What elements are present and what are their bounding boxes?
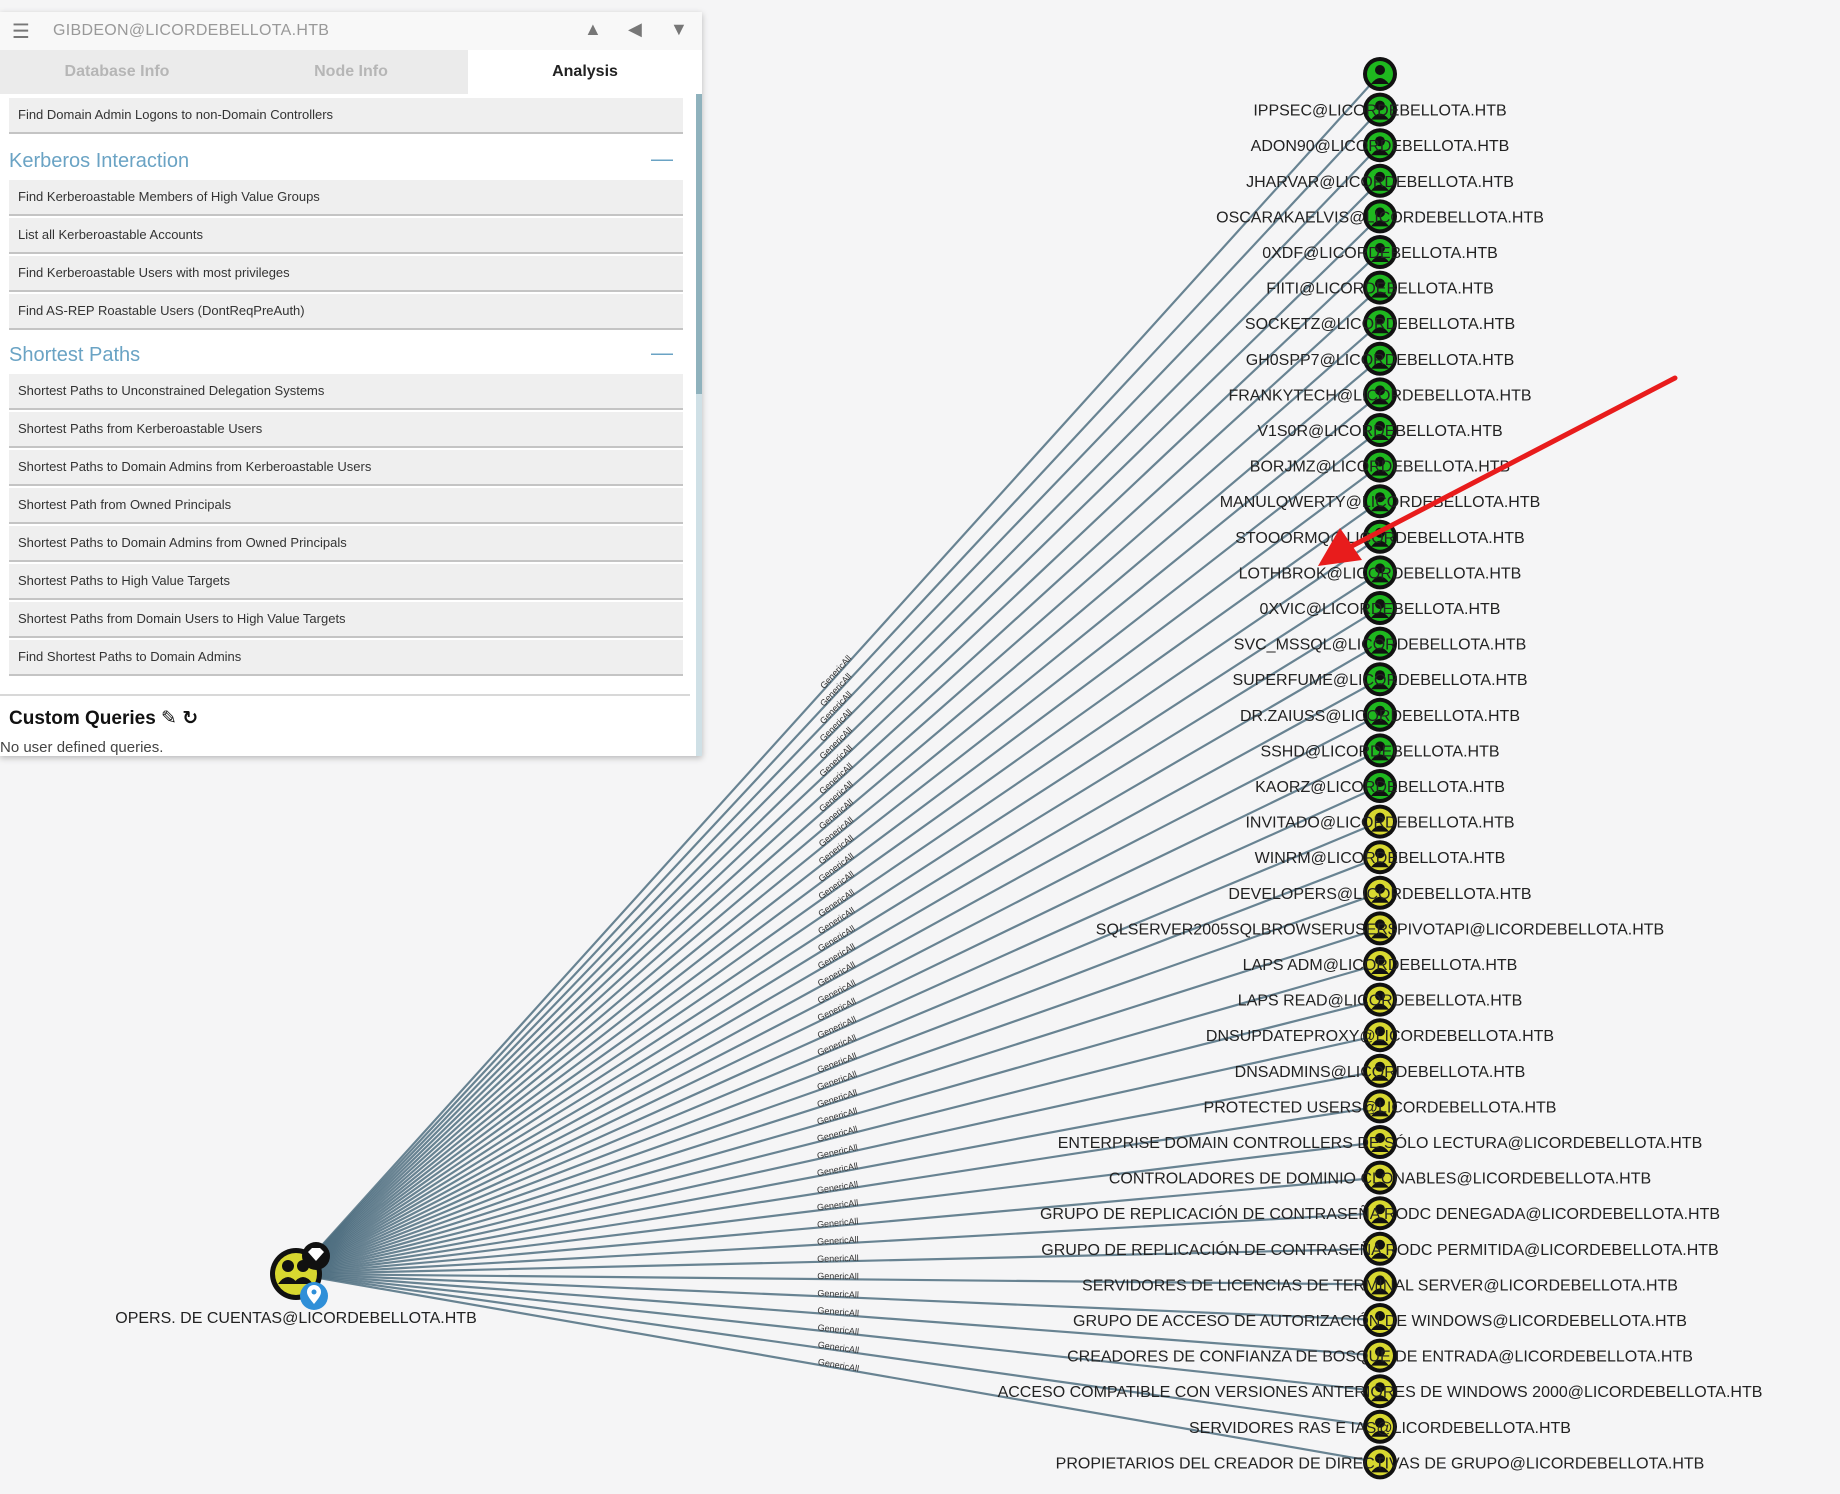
edit-icon[interactable]: ✎	[161, 708, 177, 729]
analysis-panel: ☰ GIBDEON@LICORDEBELLOTA.HTB ▲ ◀ ▼ Datab…	[0, 12, 702, 756]
query-item[interactable]: Shortest Paths from Domain Users to High…	[9, 602, 683, 638]
node-label: 0XDF@LICORDEBELLOTA.HTB	[1262, 245, 1498, 262]
query-item[interactable]: Find Shortest Paths to Domain Admins	[9, 640, 683, 676]
edge-label: GenericAll	[816, 1179, 859, 1195]
current-node-search[interactable]: GIBDEON@LICORDEBELLOTA.HTB	[53, 22, 329, 40]
edge-label: GenericAll	[817, 1340, 860, 1356]
node-label: SUPERFUME@LICORDEBELLOTA.HTB	[1232, 672, 1527, 689]
node-label: GH0SPP7@LICORDEBELLOTA.HTB	[1246, 352, 1514, 369]
node-label: JHARVAR@LICORDEBELLOTA.HTB	[1246, 174, 1514, 191]
node-label: SERVIDORES RAS E IAS@LICORDEBELLOTA.HTB	[1189, 1420, 1571, 1437]
edge-label: GenericAll	[816, 1142, 859, 1161]
high-value-diamond-icon	[302, 1242, 330, 1270]
node-label: IPPSEC@LICORDEBELLOTA.HTB	[1253, 103, 1506, 120]
edge-label: GenericAll	[817, 1234, 859, 1246]
query-item[interactable]: Find Domain Admin Logons to non-Domain C…	[9, 98, 683, 134]
edge-label: GenericAll	[817, 1253, 859, 1264]
node-label: SOCKETZ@LICORDEBELLOTA.HTB	[1245, 316, 1515, 333]
node-label: SSHD@LICORDEBELLOTA.HTB	[1260, 743, 1499, 760]
node-label: FIITI@LICORDEBELLOTA.HTB	[1266, 281, 1494, 298]
node-label: LOTHBROK@LICORDEBELLOTA.HTB	[1239, 565, 1522, 582]
node-label: FRANKYTECH@LICORDEBELLOTA.HTB	[1228, 387, 1531, 404]
menu-icon[interactable]: ☰	[12, 19, 30, 44]
custom-queries-empty: No user defined queries.	[0, 739, 164, 756]
custom-queries-header: Custom Queries ✎ ↻	[9, 708, 199, 729]
edge-label: GenericAll	[816, 1124, 859, 1144]
query-item[interactable]: Shortest Paths to High Value Targets	[9, 564, 683, 600]
edge-label: GenericAll	[817, 1216, 859, 1230]
node-label: BORJMZ@LICORDEBELLOTA.HTB	[1250, 459, 1510, 476]
query-item[interactable]: List all Kerberoastable Accounts	[9, 218, 683, 254]
edge-label: GenericAll	[816, 1198, 858, 1213]
node-label: LAPS ADM@LICORDEBELLOTA.HTB	[1243, 957, 1518, 974]
edge-label: GenericAll	[816, 1161, 859, 1178]
user-node[interactable]	[1363, 57, 1397, 91]
node-label: MANULQWERTY@LICORDEBELLOTA.HTB	[1220, 494, 1541, 511]
target-nodes-layer: IPPSEC@LICORDEBELLOTA.HTB ADON90@LICORDEB…	[998, 57, 1763, 1480]
query-item[interactable]: Shortest Paths to Domain Admins from Ker…	[9, 450, 683, 486]
analysis-content: Find Domain Admin Logons to non-Domain C…	[0, 94, 690, 756]
edge-label: GenericAll	[817, 1305, 859, 1318]
node-label: LAPS READ@LICORDEBELLOTA.HTB	[1238, 993, 1522, 1010]
node-label: DNSUPDATEPROXY@LICORDEBELLOTA.HTB	[1206, 1028, 1554, 1045]
node-label: CREADORES DE CONFIANZA DE BOSQUE DE ENTR…	[1067, 1349, 1693, 1366]
source-node-label: OPERS. DE CUENTAS@LICORDEBELLOTA.HTB	[115, 1310, 477, 1327]
node-label: WINRM@LICORDEBELLOTA.HTB	[1255, 850, 1506, 867]
tab-analysis[interactable]: Analysis	[468, 50, 702, 94]
node-label: SERVIDORES DE LICENCIAS DE TERMINAL SERV…	[1082, 1277, 1678, 1294]
collapse-icon[interactable]: —	[651, 340, 673, 366]
edge-label: GenericAll	[817, 1271, 859, 1281]
node-label: 0XVIC@LICORDEBELLOTA.HTB	[1260, 601, 1501, 618]
node-label: ACCESO COMPATIBLE CON VERSIONES ANTERIOR…	[998, 1384, 1763, 1401]
node-label: GRUPO DE ACCESO DE AUTORIZACIÓN DE WINDO…	[1073, 1311, 1687, 1330]
query-item[interactable]: Shortest Paths from Kerberoastable Users	[9, 412, 683, 448]
query-item[interactable]: Shortest Paths to Unconstrained Delegati…	[9, 374, 683, 410]
collapse-icon[interactable]: —	[651, 146, 673, 172]
node-label: ENTERPRISE DOMAIN CONTROLLERS DE SÓLO LE…	[1058, 1133, 1703, 1152]
node-label: V1S0R@LICORDEBELLOTA.HTB	[1257, 423, 1502, 440]
search-bar: ☰ GIBDEON@LICORDEBELLOTA.HTB ▲ ◀ ▼	[0, 12, 702, 51]
edge-label: GenericAll	[817, 1322, 859, 1336]
edge-label: GenericAll	[816, 1106, 859, 1127]
section-title: Kerberos Interaction	[9, 150, 190, 172]
edge-label: GenericAll	[817, 1357, 860, 1374]
starting-node-marker-icon	[300, 1282, 328, 1310]
query-item[interactable]: Find Kerberoastable Users with most priv…	[9, 256, 683, 292]
section-title: Shortest Paths	[9, 344, 141, 366]
filter-icon[interactable]: ▼	[670, 19, 688, 40]
edge-label: GenericAll	[817, 1288, 859, 1300]
node-label: PROPIETARIOS DEL CREADOR DE DIRECTIVAS D…	[1056, 1455, 1705, 1472]
pathfinding-icon[interactable]: ▲	[584, 19, 602, 40]
node-label: INVITADO@LICORDEBELLOTA.HTB	[1245, 815, 1514, 832]
section-shortest-paths[interactable]: Shortest Paths —	[9, 338, 683, 374]
divider	[0, 694, 690, 696]
section-kerberos[interactable]: Kerberos Interaction —	[9, 144, 683, 180]
node-label: SQLSERVER2005SQLBROWSERUSER$PIVOTAPI@LIC…	[1096, 921, 1664, 938]
node-label: CONTROLADORES DE DOMINIO CLONABLES@LICOR…	[1109, 1171, 1651, 1188]
node-label: SVC_MSSQL@LICORDEBELLOTA.HTB	[1234, 637, 1526, 654]
panel-tabs: Database Info Node Info Analysis	[0, 50, 702, 94]
node-label: DR.ZAIUSS@LICORDEBELLOTA.HTB	[1240, 708, 1520, 725]
node-label: GRUPO DE REPLICACIÓN DE CONTRASEÑA RODC …	[1041, 1239, 1718, 1259]
node-label: OSCARAKAELVIS@LICORDEBELLOTA.HTB	[1216, 209, 1544, 226]
scrollbar-thumb[interactable]	[696, 94, 702, 394]
query-item[interactable]: Find Kerberoastable Members of High Valu…	[9, 180, 683, 216]
node-label: PROTECTED USERS@LICORDEBELLOTA.HTB	[1204, 1099, 1557, 1116]
tab-database-info[interactable]: Database Info	[0, 50, 234, 94]
node-label: KAORZ@LICORDEBELLOTA.HTB	[1255, 779, 1505, 796]
refresh-icon[interactable]: ↻	[182, 708, 198, 729]
query-item[interactable]: Shortest Path from Owned Principals	[9, 488, 683, 524]
node-label: DNSADMINS@LICORDEBELLOTA.HTB	[1235, 1064, 1526, 1081]
node-label: ADON90@LICORDEBELLOTA.HTB	[1251, 138, 1510, 155]
node-label: GRUPO DE REPLICACIÓN DE CONTRASEÑA RODC …	[1040, 1203, 1720, 1223]
query-item[interactable]: Find AS-REP Roastable Users (DontReqPreA…	[9, 294, 683, 330]
back-icon[interactable]: ◀	[628, 19, 642, 40]
query-item[interactable]: Shortest Paths to Domain Admins from Own…	[9, 526, 683, 562]
tab-node-info[interactable]: Node Info	[234, 50, 468, 94]
node-label: DEVELOPERS@LICORDEBELLOTA.HTB	[1228, 886, 1531, 903]
